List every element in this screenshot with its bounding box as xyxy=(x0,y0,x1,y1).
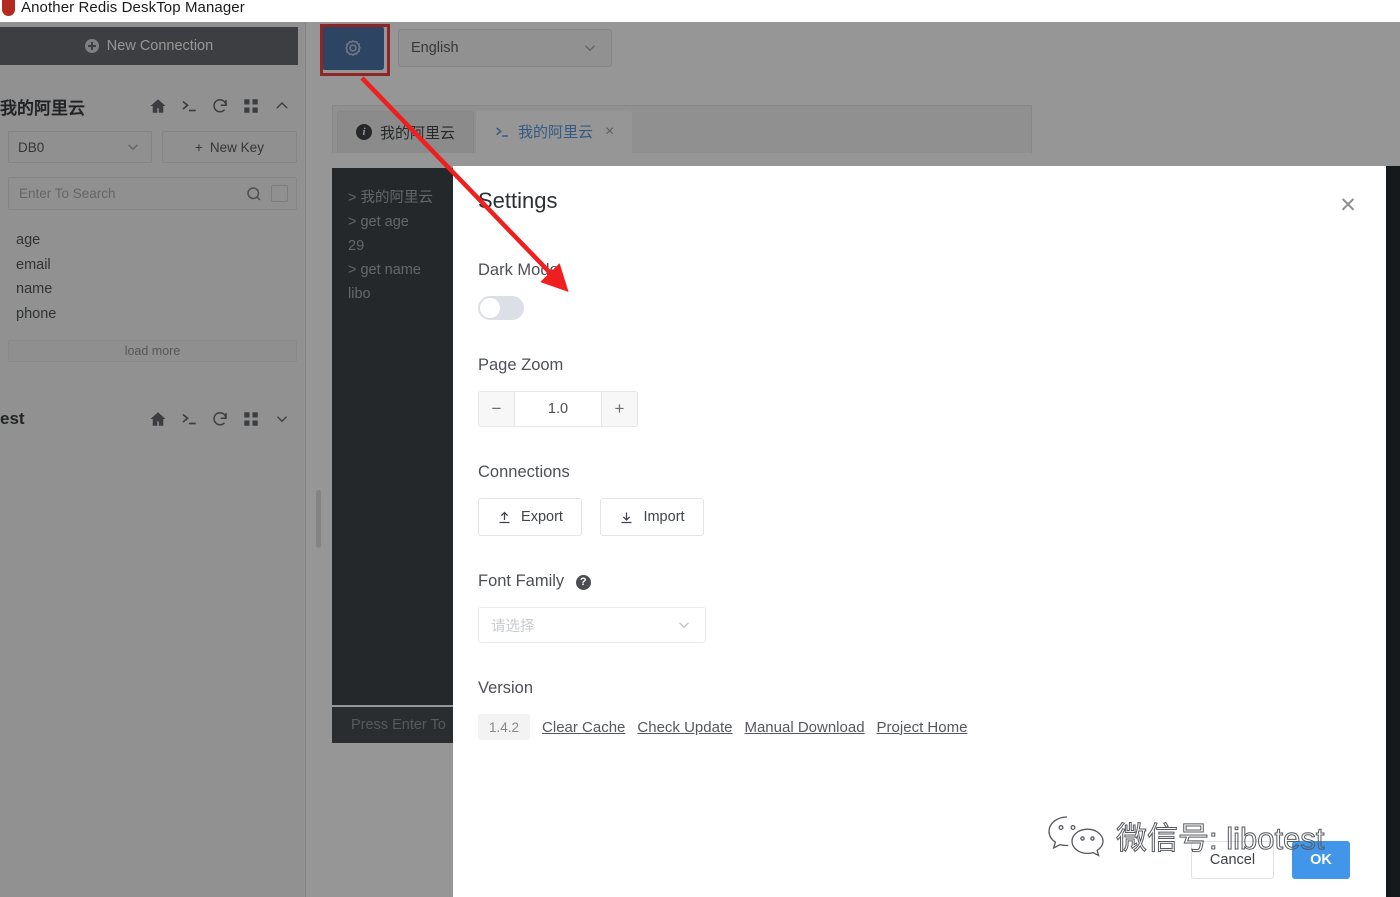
app-logo-icon xyxy=(2,0,15,16)
font-family-text: Font Family xyxy=(478,572,565,590)
export-button[interactable]: Export xyxy=(478,498,582,536)
window-titlebar: Another Redis DeskTop Manager xyxy=(0,0,1400,18)
connections-section: Connections Export Import xyxy=(478,463,1366,536)
toggle-knob xyxy=(480,298,500,318)
zoom-value[interactable]: 1.0 xyxy=(515,392,601,426)
dialog-body: Dark Mode Page Zoom − 1.0 + Connections xyxy=(478,261,1366,776)
project-home-link[interactable]: Project Home xyxy=(877,719,968,736)
font-family-label: Font Family ? xyxy=(478,572,1366,591)
page-zoom-section: Page Zoom − 1.0 + xyxy=(478,356,1366,427)
version-badge: 1.4.2 xyxy=(478,714,531,740)
window-title: Another Redis DeskTop Manager xyxy=(21,0,245,16)
font-family-placeholder: 请选择 xyxy=(491,618,535,635)
check-update-link[interactable]: Check Update xyxy=(637,719,732,736)
cancel-button[interactable]: Cancel xyxy=(1191,841,1274,879)
dark-mode-section: Dark Mode xyxy=(478,261,1366,320)
page-zoom-stepper: − 1.0 + xyxy=(478,391,638,427)
font-family-section: Font Family ? 请选择 xyxy=(478,572,1366,643)
connections-label: Connections xyxy=(478,463,570,481)
upload-icon xyxy=(499,511,510,523)
page-zoom-label: Page Zoom xyxy=(478,356,564,374)
version-label: Version xyxy=(478,679,534,697)
manual-download-link[interactable]: Manual Download xyxy=(744,719,864,736)
close-icon[interactable]: ✕ xyxy=(1336,194,1360,218)
version-section: Version 1.4.2 Clear Cache Check Update M… xyxy=(478,679,1366,740)
clear-cache-link[interactable]: Clear Cache xyxy=(542,719,625,736)
zoom-increase-button[interactable]: + xyxy=(601,392,637,426)
dark-mode-toggle[interactable] xyxy=(478,296,524,320)
dark-mode-label: Dark Mode xyxy=(478,261,559,279)
import-label: Import xyxy=(643,509,685,525)
settings-dialog: Settings ✕ Dark Mode Page Zoom − 1.0 + C… xyxy=(453,166,1386,897)
version-row: 1.4.2 Clear Cache Check Update Manual Do… xyxy=(478,714,1366,740)
download-icon xyxy=(621,512,632,523)
export-label: Export xyxy=(521,509,563,525)
ok-button[interactable]: OK xyxy=(1292,841,1350,879)
question-mark-icon[interactable]: ? xyxy=(575,574,591,590)
import-button[interactable]: Import xyxy=(600,498,704,536)
font-family-select[interactable]: 请选择 xyxy=(478,607,706,643)
connections-buttons: Export Import xyxy=(478,498,1366,536)
chevron-down-icon xyxy=(679,622,689,629)
dialog-title: Settings xyxy=(478,188,558,213)
dialog-footer: Cancel OK xyxy=(1191,841,1350,879)
dialog-right-edge xyxy=(1386,166,1400,897)
app-window: Another Redis DeskTop Manager New Connec… xyxy=(0,0,1400,897)
zoom-decrease-button[interactable]: − xyxy=(479,392,515,426)
